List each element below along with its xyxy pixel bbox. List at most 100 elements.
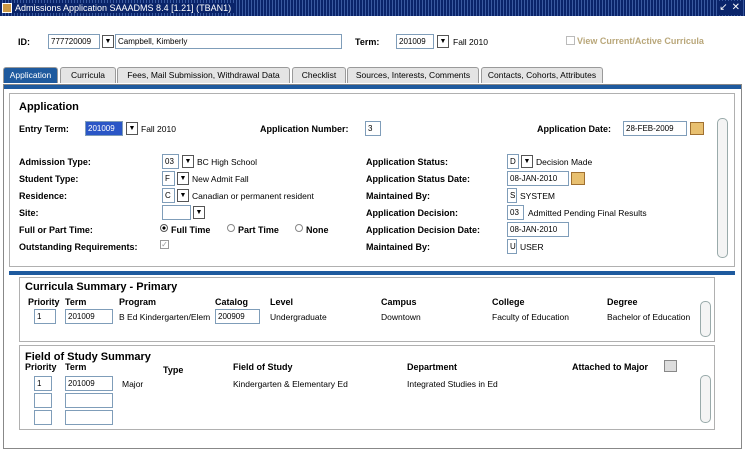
term-input[interactable]: 201009	[396, 34, 434, 49]
curr-degree-text: Bachelor of Education	[607, 312, 691, 322]
status-lookup-button[interactable]: ▼	[521, 155, 533, 168]
part-time-radio[interactable]	[227, 224, 235, 232]
tab-contacts[interactable]: Contacts, Cohorts, Attributes	[481, 67, 603, 83]
restore-icon[interactable]: ↙	[719, 1, 727, 15]
curr-priority-field[interactable]: 1	[34, 309, 56, 324]
fos-col-attached: Attached to Major	[572, 362, 649, 372]
maintained-by2-desc: USER	[520, 242, 544, 252]
curricula-scrollbar[interactable]	[700, 301, 711, 337]
status-input[interactable]: D	[507, 154, 519, 169]
view-curricula-checkbox[interactable]	[566, 36, 575, 45]
decision-label: Application Decision:	[366, 208, 459, 218]
residence-label: Residence:	[19, 191, 68, 201]
application-heading: Application	[19, 101, 79, 113]
student-type-label: Student Type:	[19, 174, 79, 184]
decision-input[interactable]: 03	[507, 205, 524, 220]
application-section: Application Entry Term: 201009 ▼ Fall 20…	[9, 93, 735, 267]
name-field[interactable]: Campbell, Kimberly	[115, 34, 342, 49]
col-level: Level	[270, 297, 294, 307]
maintained-by-code[interactable]: S	[507, 188, 517, 203]
close-icon[interactable]: ✕	[732, 1, 740, 15]
entry-term-desc: Fall 2010	[141, 124, 176, 134]
decision-date-input[interactable]: 08-JAN-2010	[507, 222, 569, 237]
tab-sources[interactable]: Sources, Interests, Comments	[347, 67, 479, 83]
tab-curricula[interactable]: Curricula	[60, 67, 116, 83]
calendar-icon[interactable]	[690, 122, 704, 135]
fos-col-department: Department	[407, 362, 458, 372]
maintained-by-label: Maintained By:	[366, 191, 431, 201]
curr-level-text: Undergraduate	[270, 312, 327, 322]
id-input[interactable]: 777720009	[48, 34, 100, 49]
maintained-by-desc: SYSTEM	[520, 191, 555, 201]
outstanding-checkbox[interactable]: ✓	[160, 240, 169, 249]
app-number-field[interactable]: 3	[365, 121, 381, 136]
fos-term-field-3[interactable]	[65, 410, 113, 425]
id-label: ID:	[18, 37, 30, 47]
status-date-input[interactable]: 08-JAN-2010	[507, 171, 569, 186]
status-date-calendar-icon[interactable]	[571, 172, 585, 185]
full-time-radio[interactable]	[160, 224, 168, 232]
site-input[interactable]	[162, 205, 191, 220]
admission-type-input[interactable]: 03	[162, 154, 179, 169]
maintained-by2-code[interactable]: U	[507, 239, 517, 254]
app-date-label: Application Date:	[537, 124, 612, 134]
curr-catalog-field[interactable]: 200909	[215, 309, 260, 324]
fos-scrollbar[interactable]	[700, 375, 711, 423]
field-of-study-section: Field of Study Summary Priority Term Typ…	[19, 345, 715, 430]
col-program: Program	[119, 297, 157, 307]
col-degree: Degree	[607, 297, 638, 307]
tab-checklist[interactable]: Checklist	[292, 67, 346, 83]
col-campus: Campus	[381, 297, 417, 307]
curricula-divider	[9, 271, 735, 275]
col-term: Term	[65, 297, 87, 307]
fos-col-field: Field of Study	[233, 362, 293, 372]
student-type-lookup-button[interactable]: ▼	[177, 172, 189, 185]
curricula-heading: Curricula Summary - Primary	[25, 281, 178, 293]
admission-type-lookup-button[interactable]: ▼	[182, 155, 194, 168]
col-catalog: Catalog	[215, 297, 249, 307]
application-scrollbar[interactable]	[717, 118, 728, 258]
fos-field-text: Kindergarten & Elementary Ed	[233, 379, 348, 389]
view-curricula-label: View Current/Active Curricula	[577, 36, 704, 46]
entry-term-label: Entry Term:	[19, 124, 69, 134]
app-date-input[interactable]: 28-FEB-2009	[623, 121, 687, 136]
status-desc: Decision Made	[536, 157, 593, 167]
residence-lookup-button[interactable]: ▼	[177, 189, 189, 202]
none-radio[interactable]	[295, 224, 303, 232]
fos-priority-field-3[interactable]	[34, 410, 52, 425]
entry-term-lookup-button[interactable]: ▼	[126, 122, 138, 135]
panel-top-bar	[4, 85, 741, 89]
term-desc: Fall 2010	[453, 37, 488, 47]
maintained-by2-label: Maintained By:	[366, 242, 431, 252]
tab-fees[interactable]: Fees, Mail Submission, Withdrawal Data	[117, 67, 290, 83]
fos-term-field[interactable]: 201009	[65, 376, 113, 391]
part-time-label: Part Time	[238, 225, 279, 235]
app-icon	[2, 3, 12, 13]
title-bar: Admissions Application SAAADMS 8.4 [1.21…	[0, 0, 745, 16]
attached-to-major-icon[interactable]	[664, 360, 677, 372]
fos-priority-field[interactable]: 1	[34, 376, 52, 391]
fos-priority-field-2[interactable]	[34, 393, 52, 408]
curricula-section: Curricula Summary - Primary Priority Ter…	[19, 277, 715, 342]
fos-col-type: Type	[163, 365, 184, 375]
decision-desc: Admitted Pending Final Results	[528, 208, 647, 218]
full-part-label: Full or Part Time:	[19, 225, 93, 235]
id-lookup-button[interactable]: ▼	[102, 35, 114, 48]
entry-term-input[interactable]: 201009	[85, 121, 123, 136]
fos-term-field-2[interactable]	[65, 393, 113, 408]
tab-application[interactable]: Application	[3, 67, 58, 83]
status-date-label: Application Status Date:	[366, 174, 471, 184]
fos-type-text: Major	[122, 379, 144, 389]
admission-type-label: Admission Type:	[19, 157, 91, 167]
fos-department-text: Integrated Studies in Ed	[407, 379, 498, 389]
main-panel: Application Entry Term: 201009 ▼ Fall 20…	[3, 84, 742, 449]
curr-term-field[interactable]: 201009	[65, 309, 113, 324]
curr-program-text: B Ed Kindergarten/Elem	[119, 312, 211, 322]
residence-input[interactable]: C	[162, 188, 175, 203]
status-label: Application Status:	[366, 157, 449, 167]
student-type-input[interactable]: F	[162, 171, 175, 186]
site-lookup-button[interactable]: ▼	[193, 206, 205, 219]
term-lookup-button[interactable]: ▼	[437, 35, 449, 48]
col-college: College	[492, 297, 525, 307]
app-number-label: Application Number:	[260, 124, 349, 134]
